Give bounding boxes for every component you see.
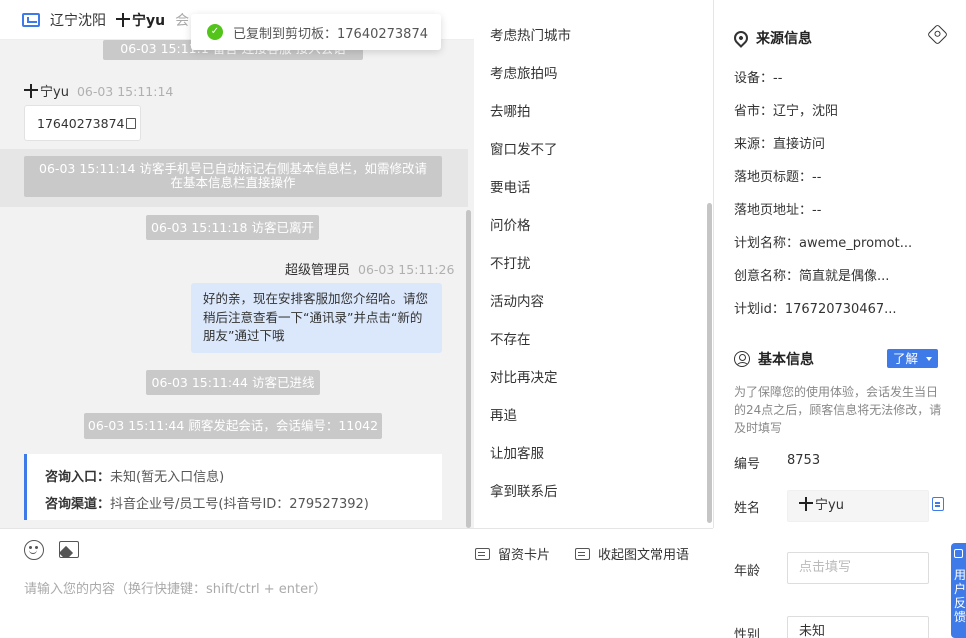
- basic-info-note: 为了保障您的使用体验，会话发生当日的24点之后，顾客信息将无法修改，请及时填写: [734, 385, 942, 435]
- source-info-row: 创意名称：简直就是偶像...: [734, 269, 890, 284]
- name-label: 姓名: [734, 501, 761, 516]
- source-info-row: 设备：--: [734, 71, 783, 86]
- source-info-row: 来源：直接访问: [734, 137, 826, 152]
- id-value: 8753: [787, 453, 821, 468]
- age-label: 年龄: [734, 564, 761, 579]
- visitor-name: 宁yu: [40, 85, 69, 100]
- user-icon: [734, 351, 750, 367]
- phrase-item[interactable]: 对比再决定: [490, 366, 558, 386]
- source-channel-label: 咨询渠道：: [45, 497, 111, 512]
- phrase-item[interactable]: 再追: [490, 404, 517, 424]
- basic-info-title: 基本信息: [734, 349, 814, 369]
- age-field[interactable]: 点击填写: [787, 552, 929, 584]
- source-channel-value: 抖音企业号/员工号(抖音号ID：279527392): [110, 497, 369, 512]
- source-info-row: 落地页标题：--: [734, 170, 822, 185]
- phrase-item[interactable]: 窗口发不了: [490, 138, 558, 158]
- source-info-row: 计划id：176720730467...: [734, 302, 897, 317]
- monitor-icon: [22, 12, 40, 27]
- gender-select[interactable]: 未知: [787, 616, 929, 638]
- system-message-phone-notice: 06-03 15:11:14 访客手机号已自动标记右侧基本信息栏，如需修改请在基…: [24, 156, 442, 197]
- system-message-left: 06-03 15:11:18 访客已离开: [146, 215, 319, 240]
- visitor-info-panel: 来源信息 设备：-- 省市：辽宁，沈阳 来源：直接访问 落地页标题：-- 落地页…: [714, 0, 966, 638]
- phrase-item[interactable]: 拿到联系后: [490, 480, 558, 500]
- visitor-location: 辽宁沈阳: [50, 12, 106, 29]
- feedback-label: 用户反馈: [954, 568, 966, 624]
- message-input-bar: 留资卡片 收起图文常用语 请输入您的内容（换行快捷键：shift/ctrl + …: [0, 528, 713, 638]
- visitor-username: 宁yu: [116, 10, 165, 30]
- copy-icon[interactable]: [126, 117, 137, 129]
- user-logo-icon: [24, 84, 38, 98]
- emoji-icon[interactable]: [24, 540, 44, 560]
- copy-name-icon[interactable]: [932, 497, 944, 511]
- phrase-item[interactable]: 问价格: [490, 214, 531, 234]
- learn-more-dropdown[interactable]: 了解: [887, 349, 938, 368]
- feedback-side-tab[interactable]: 用户反馈: [951, 543, 966, 638]
- phrase-item[interactable]: 考虑旅拍吗: [490, 62, 558, 82]
- phone-message-bubble[interactable]: 17640273874: [24, 105, 141, 141]
- phrase-item[interactable]: 要电话: [490, 176, 531, 196]
- phrase-item[interactable]: 让加客服: [490, 442, 544, 462]
- success-check-icon: ✓: [207, 24, 223, 40]
- phrase-item[interactable]: 去哪拍: [490, 100, 531, 120]
- topbar-muted-text: 会: [175, 12, 190, 29]
- id-label: 编号: [734, 457, 761, 472]
- collapse-icon: [575, 547, 590, 560]
- phrase-item[interactable]: 活动内容: [490, 290, 544, 310]
- visitor-time: 06-03 15:11:14: [76, 84, 174, 99]
- source-info-row: 计划名称：aweme_promot...: [734, 236, 913, 251]
- source-info-row: 落地页地址：--: [734, 203, 822, 218]
- app-root: 06-03 15:11:1 留言 连接客服 接入会话 宁yu06-03 15:1…: [0, 0, 966, 638]
- user-logo-icon: [116, 12, 130, 27]
- phrases-scrollbar[interactable]: [707, 203, 712, 523]
- collapse-phrases-button[interactable]: 收起图文常用语: [575, 544, 689, 563]
- system-message-session: 06-03 15:11:44 顾客发起会话，会话编号：11042: [84, 413, 382, 439]
- leave-card-button[interactable]: 留资卡片: [475, 544, 550, 563]
- settings-icon[interactable]: [926, 23, 949, 46]
- image-icon[interactable]: [59, 541, 79, 558]
- phone-number: 17640273874: [37, 115, 125, 131]
- source-info-row: 省市：辽宁，沈阳: [734, 104, 839, 119]
- source-entry-label: 咨询入口：: [45, 470, 111, 485]
- quick-phrases-panel: 考虑热门城市 考虑旅拍吗 去哪拍 窗口发不了 要电话 问价格 不打扰 活动内容 …: [474, 0, 714, 528]
- system-message-enter: 06-03 15:11:44 访客已进线: [146, 370, 320, 395]
- chat-area: 06-03 15:11:1 留言 连接客服 接入会话 宁yu06-03 15:1…: [0, 0, 474, 528]
- feedback-icon: [954, 549, 963, 558]
- location-pin-icon: [731, 28, 751, 48]
- agent-time: 06-03 15:11:26: [358, 262, 455, 277]
- user-logo-icon: [799, 497, 813, 511]
- source-entry-value: 未知(暂无入口信息): [110, 470, 225, 485]
- leave-card-label: 留资卡片: [498, 548, 551, 563]
- phrase-item[interactable]: 不打扰: [490, 252, 531, 272]
- message-input[interactable]: 请输入您的内容（换行快捷键：shift/ctrl + enter）: [24, 578, 327, 597]
- source-info-title: 来源信息: [731, 28, 812, 48]
- agent-message-bubble: 好的亲，现在安排客服加您介绍哈。请您稍后注意查看一下“通讯录”并点击“新的朋友”…: [191, 283, 442, 353]
- source-card: 咨询入口：未知(暂无入口信息) 咨询渠道：抖音企业号/员工号(抖音号ID：279…: [24, 454, 442, 520]
- name-field[interactable]: 宁yu: [787, 490, 929, 522]
- agent-message-header: 超级管理员 06-03 15:11:26: [285, 259, 454, 278]
- phrase-item[interactable]: 考虑热门城市: [490, 24, 571, 44]
- agent-name: 超级管理员: [285, 263, 351, 278]
- gender-label: 性别: [734, 628, 761, 638]
- collapse-label: 收起图文常用语: [598, 548, 690, 563]
- toast-text: 已复制到剪切板：17640273874: [233, 26, 428, 42]
- card-icon: [475, 547, 490, 560]
- copy-toast: ✓ 已复制到剪切板：17640273874: [191, 14, 441, 50]
- visitor-message-header: 宁yu 06-03 15:11:14: [24, 81, 173, 100]
- phrase-item[interactable]: 不存在: [490, 328, 531, 348]
- chat-scrollbar[interactable]: [466, 210, 471, 528]
